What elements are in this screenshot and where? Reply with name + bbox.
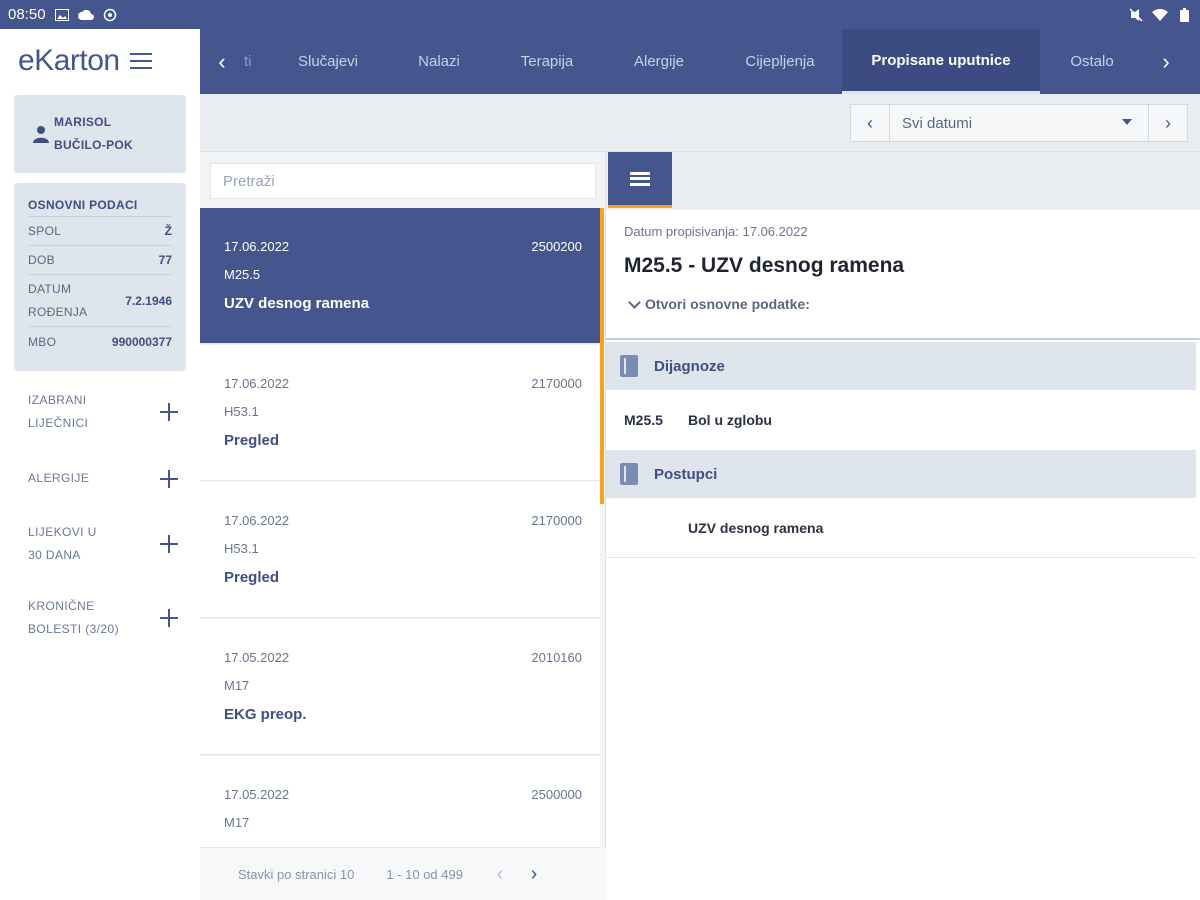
plus-icon[interactable] xyxy=(160,535,178,553)
list-item[interactable]: 17.05.2022 2500000 M17 xyxy=(200,756,600,848)
list-item[interactable]: 17.05.2022 2010160 M17 EKG preop. xyxy=(200,619,600,755)
battery-icon xyxy=(1176,7,1192,22)
book-icon xyxy=(620,463,638,485)
detail-title: M25.5 - UZV desnog ramena xyxy=(624,254,905,277)
procedure-row: UZV desnog ramena xyxy=(606,498,1196,558)
open-basic-data-toggle[interactable]: Otvori osnovne podatke: xyxy=(628,295,810,312)
page-range: 1 - 10 od 499 xyxy=(386,866,463,882)
selection-indicator xyxy=(600,208,604,504)
list-item[interactable]: 17.06.2022 2500200 M25.5 UZV desnog rame… xyxy=(200,208,600,344)
chevron-down-icon xyxy=(628,295,641,309)
person-icon xyxy=(33,126,49,143)
image-icon xyxy=(54,8,70,22)
section-chronic-diseases[interactable]: KRONIČNE BOLESTI (3/20) xyxy=(28,595,178,641)
list-view-button[interactable] xyxy=(608,152,672,208)
section-medications-30-days[interactable]: LIJEKOVI U 30 DANA xyxy=(28,521,178,567)
prescription-date: Datum propisivanja: 17.06.2022 xyxy=(624,224,808,239)
wifi-icon xyxy=(1152,8,1168,22)
tab-therapy[interactable]: Terapija xyxy=(494,29,600,94)
date-navigator: ‹ Svi datumi › xyxy=(850,104,1188,142)
status-bar: 08:50 xyxy=(0,0,1200,29)
basic-info-title: OSNOVNI PODACI xyxy=(28,193,172,217)
date-prev-button[interactable]: ‹ xyxy=(851,105,889,141)
plus-icon[interactable] xyxy=(160,469,178,488)
list-item[interactable]: 17.06.2022 2170000 H53.1 Pregled xyxy=(200,345,600,481)
info-row-age: DOB 77 xyxy=(28,246,172,275)
tab-vaccinations[interactable]: Cijepljenja xyxy=(718,29,842,94)
filter-bar: ‹ Svi datumi › xyxy=(200,94,1200,152)
info-row-mbo: MBO 990000377 xyxy=(28,334,172,350)
basic-info-card: OSNOVNI PODACI SPOL Ž DOB 77 DATUM ROĐEN… xyxy=(14,183,186,371)
menu-icon[interactable] xyxy=(129,53,152,69)
tab-allergies[interactable]: Alergije xyxy=(600,29,718,94)
procedures-section-header: Postupci xyxy=(606,450,1196,498)
next-page-button[interactable]: › xyxy=(517,857,551,891)
list-icon xyxy=(630,171,650,186)
detail-header: Datum propisivanja: 17.06.2022 M25.5 - U… xyxy=(606,210,1200,340)
brand-header: eKarton xyxy=(0,29,200,93)
sync-icon xyxy=(102,8,118,22)
status-time: 08:50 xyxy=(8,6,46,23)
section-allergies[interactable]: ALERGIJE xyxy=(28,467,178,490)
section-chosen-doctors[interactable]: IZABRANI LIJEČNICI xyxy=(28,389,178,435)
info-row-birthdate: DATUM ROĐENJA 7.2.1946 xyxy=(28,275,172,327)
pagination: Stavki po stranici 10 1 - 10 od 499 ‹ › xyxy=(200,848,606,900)
referral-detail-panel: Datum propisivanja: 17.06.2022 M25.5 - U… xyxy=(606,152,1200,900)
tab-scroll-right-button[interactable]: › xyxy=(1144,29,1188,94)
diagnosis-row: M25.5 Bol u zglobu xyxy=(624,412,772,428)
patient-name: MARISOL BUČILO-POK xyxy=(54,115,133,152)
app-logo: eKarton xyxy=(18,44,120,77)
tab-scroll-left-button[interactable]: ‹ xyxy=(200,29,244,94)
caret-down-icon xyxy=(1122,119,1132,125)
tab-findings[interactable]: Nalazi xyxy=(384,29,494,94)
cloud-icon xyxy=(77,8,94,22)
tab-partial[interactable]: ti xyxy=(244,29,272,94)
date-filter-select[interactable]: Svi datumi xyxy=(889,105,1149,141)
date-next-button[interactable]: › xyxy=(1149,105,1187,141)
book-icon xyxy=(620,355,638,377)
detail-toolbar xyxy=(606,152,1200,210)
search-input[interactable] xyxy=(210,163,596,199)
plus-icon[interactable] xyxy=(160,403,178,421)
plus-icon[interactable] xyxy=(160,609,178,627)
list-item[interactable]: 17.06.2022 2170000 H53.1 Pregled xyxy=(200,482,600,618)
tab-prescribed-referrals[interactable]: Propisane uputnice xyxy=(842,29,1040,94)
patient-card[interactable]: MARISOL BUČILO-POK xyxy=(14,95,186,173)
info-row-gender: SPOL Ž xyxy=(28,217,172,246)
tab-bar: ‹ ti Slučajevi Nalazi Terapija Alergije … xyxy=(200,29,1200,94)
tab-other[interactable]: Ostalo xyxy=(1040,29,1144,94)
sidebar: eKarton MARISOL BUČILO-POK OSNOVNI PODAC… xyxy=(0,29,200,900)
items-per-page[interactable]: Stavki po stranici 10 xyxy=(238,867,354,882)
tab-cases[interactable]: Slučajevi xyxy=(272,29,384,94)
prev-page-button[interactable]: ‹ xyxy=(483,857,517,891)
referral-list-panel: 17.06.2022 2500200 M25.5 UZV desnog rame… xyxy=(200,152,606,900)
mute-icon xyxy=(1128,7,1144,22)
diagnoses-section-header: Dijagnoze xyxy=(606,342,1196,390)
